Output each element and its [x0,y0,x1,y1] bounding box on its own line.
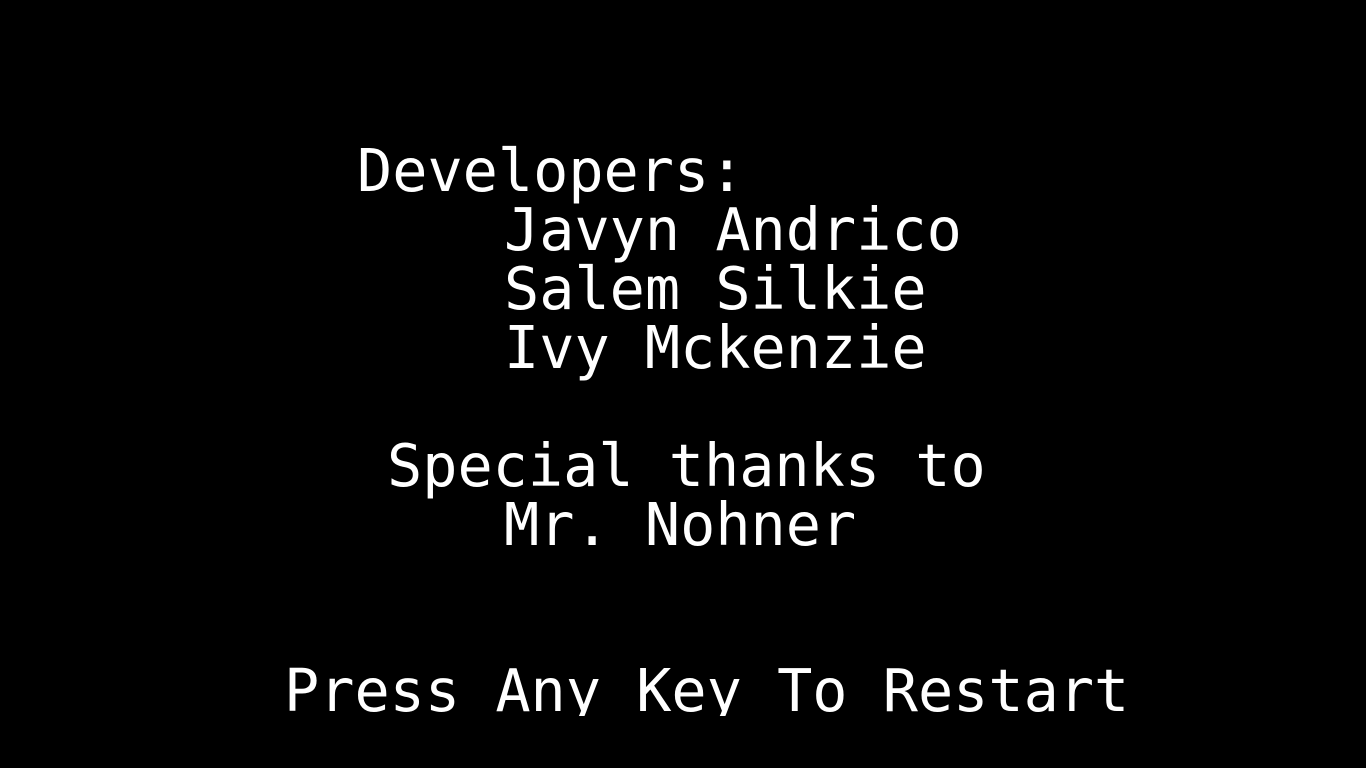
restart-prompt-area: Press Any Key To Restart [0,640,1366,716]
special-thanks-heading: Special thanks to [387,432,986,500]
credits-screen[interactable]: Developers: Javyn Andrico Salem Silkie I… [0,0,1366,768]
developer-name: Javyn Andrico [504,196,962,264]
developer-name: Ivy Mckenzie [504,314,927,382]
special-thanks-name: Mr. Nohner [504,491,857,559]
developers-heading: Developers: [357,137,745,205]
restart-prompt: Press Any Key To Restart [284,657,1130,716]
developer-name: Salem Silkie [504,255,927,323]
